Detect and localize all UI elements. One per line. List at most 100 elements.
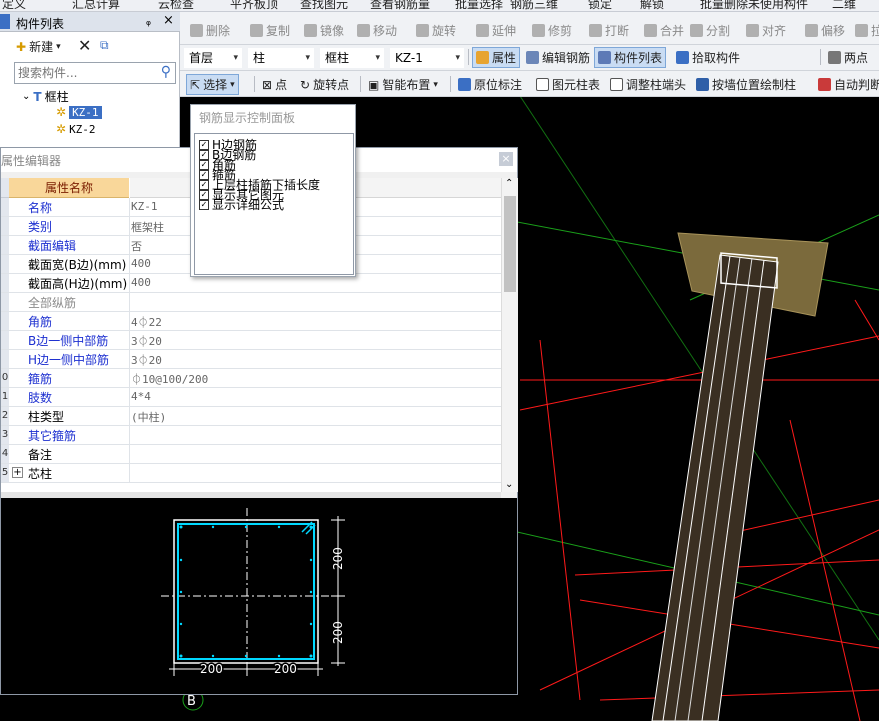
- mirror-button[interactable]: 镜像: [304, 22, 344, 39]
- rebar-option[interactable]: ✓ 显示详细公式: [199, 199, 284, 211]
- scrollbar-thumb[interactable]: [504, 196, 516, 292]
- component-list-panel: 构件列表 ᵩ × ✚新建▾ ✕ ⧉ ⚲ ⌄T框柱 ✲KZ-1 ✲KZ-2: [0, 12, 180, 147]
- delete-icon: [190, 24, 203, 37]
- main-toolbar-item[interactable]: 锁定: [588, 0, 612, 11]
- edit-rebar-button[interactable]: 编辑钢筋: [526, 49, 590, 66]
- main-toolbar-item[interactable]: 钢筋三维: [510, 0, 558, 11]
- property-row[interactable]: B边一侧中部筋 3⏀20: [1, 331, 501, 350]
- scroll-up-icon[interactable]: ⌃: [505, 178, 513, 189]
- point-icon: ⊠: [262, 77, 273, 92]
- main-toolbar-item[interactable]: 查看钢筋量: [370, 0, 430, 11]
- floor-select[interactable]: 首层 ▾: [184, 48, 242, 68]
- checkbox[interactable]: ✓: [199, 180, 209, 190]
- align-button[interactable]: 对齐: [746, 22, 786, 39]
- scroll-down-icon[interactable]: ⌄: [505, 479, 513, 490]
- property-value[interactable]: 4⏀22: [131, 314, 162, 330]
- expand-icon[interactable]: +: [12, 467, 23, 478]
- move-button[interactable]: 移动: [357, 22, 397, 39]
- tree-item-kz2[interactable]: ✲ KZ-2: [56, 122, 96, 136]
- stretch-button[interactable]: 拉伸: [855, 22, 879, 39]
- main-toolbar-item[interactable]: 解锁: [640, 0, 664, 11]
- search-icon[interactable]: ⚲: [161, 64, 171, 80]
- property-button[interactable]: 属性: [472, 47, 521, 68]
- property-row[interactable]: 角筋 4⏀22: [1, 312, 501, 331]
- stirrup-outline: [177, 523, 315, 660]
- property-row[interactable]: 5 + 芯柱: [1, 464, 501, 483]
- two-point-icon: [828, 51, 841, 64]
- list-icon: [598, 51, 611, 64]
- property-grid-scrollbar[interactable]: ⌃ ⌄: [501, 178, 518, 492]
- main-toolbar-item[interactable]: 查找图元: [300, 0, 348, 11]
- adjust-column-end-button[interactable]: 调整柱端头: [610, 76, 686, 93]
- pick-component-button[interactable]: 拾取构件: [676, 49, 740, 66]
- offset-button[interactable]: 偏移: [805, 22, 845, 39]
- component-search-box: ⚲: [14, 62, 176, 84]
- extend-button[interactable]: 延伸: [476, 22, 516, 39]
- checkbox[interactable]: ✓: [199, 190, 209, 200]
- auto-judge-icon: [818, 78, 831, 91]
- main-toolbar-item[interactable]: 批量选择: [455, 0, 503, 11]
- close-icon[interactable]: ×: [499, 152, 513, 166]
- main-toolbar-item[interactable]: 平齐板顶: [230, 0, 278, 11]
- checkbox[interactable]: ✓: [199, 200, 209, 210]
- merge-button[interactable]: 合并: [644, 22, 684, 39]
- close-icon[interactable]: ×: [163, 13, 174, 28]
- property-value[interactable]: 框架柱: [131, 219, 164, 235]
- rotate-point-button[interactable]: ↻ 旋转点: [300, 76, 349, 93]
- select-tool-button[interactable]: ⇱ 选择 ▾: [186, 74, 239, 95]
- property-row[interactable]: 全部纵筋: [1, 293, 501, 312]
- property-value[interactable]: ⏀10@100/200: [131, 371, 208, 387]
- property-row[interactable]: 0 箍筋 ⏀10@100/200: [1, 369, 501, 388]
- property-value[interactable]: 3⏀20: [131, 333, 162, 349]
- property-value[interactable]: 400: [131, 257, 151, 270]
- property-row[interactable]: H边一侧中部筋 3⏀20: [1, 350, 501, 369]
- main-toolbar-item[interactable]: 云检查: [158, 0, 194, 11]
- property-name-header[interactable]: 属性名称: [9, 178, 129, 198]
- main-toolbar-item[interactable]: 二维: [832, 0, 856, 11]
- delete-component-button[interactable]: ✕: [78, 36, 91, 55]
- draw-by-wall-button[interactable]: 按墙位置绘制柱: [696, 76, 796, 93]
- component-search-input[interactable]: [15, 63, 153, 83]
- type-select[interactable]: 柱 ▾: [248, 48, 314, 68]
- property-value[interactable]: KZ-1: [131, 200, 158, 213]
- property-value[interactable]: 400: [131, 276, 151, 289]
- component-list-button[interactable]: 构件列表: [594, 47, 667, 68]
- trim-button[interactable]: 修剪: [532, 22, 572, 39]
- point-tool-button[interactable]: ⊠ 点: [262, 76, 287, 93]
- checkbox[interactable]: ✓: [199, 160, 209, 170]
- property-value[interactable]: 3⏀20: [131, 352, 162, 368]
- property-row[interactable]: 2 柱类型 (中柱): [1, 407, 501, 426]
- property-value[interactable]: 4*4: [131, 390, 151, 403]
- copy-button[interactable]: 复制: [250, 22, 290, 39]
- smart-layout-button[interactable]: ▣ 智能布置 ▾: [368, 76, 438, 93]
- adjust-column-end-label: 调整柱端头: [626, 78, 687, 92]
- tree-item-kz1[interactable]: ✲ KZ-1: [56, 105, 102, 119]
- component-select[interactable]: KZ-1 ▾: [390, 48, 464, 68]
- two-point-button[interactable]: 两点: [828, 49, 868, 66]
- rotate-button[interactable]: 旋转: [416, 22, 456, 39]
- checkbox[interactable]: ✓: [199, 140, 209, 150]
- delete-button[interactable]: 删除: [190, 22, 230, 39]
- edit-toolbar-label: 拉伸: [871, 24, 879, 38]
- tree-group-kuangzhu[interactable]: ⌄ T 框柱: [22, 88, 69, 105]
- property-name: 角筋: [28, 315, 53, 329]
- in-place-annotation-button[interactable]: 原位标注: [458, 76, 522, 93]
- break-button[interactable]: 打断: [589, 22, 629, 39]
- new-component-button[interactable]: ✚ 新建 ▾: [16, 38, 61, 55]
- property-value[interactable]: 否: [131, 238, 142, 254]
- property-row[interactable]: 4 备注: [1, 445, 501, 464]
- checkbox[interactable]: ✓: [199, 150, 209, 160]
- split-button[interactable]: 分割: [690, 22, 730, 39]
- property-row[interactable]: 1 肢数 4*4: [1, 388, 501, 407]
- subtype-select[interactable]: 框柱 ▾: [320, 48, 384, 68]
- pin-icon[interactable]: ᵩ: [146, 14, 151, 28]
- main-toolbar-item[interactable]: 批量删除未使用构件: [700, 0, 808, 11]
- checkbox[interactable]: ✓: [199, 170, 209, 180]
- auto-judge-button[interactable]: 自动判断: [818, 76, 879, 93]
- main-toolbar-item[interactable]: 定义: [2, 0, 26, 11]
- copy-component-button[interactable]: ⧉: [100, 38, 109, 53]
- main-toolbar-item[interactable]: 汇总计算: [72, 0, 120, 11]
- column-table-button[interactable]: 图元柱表: [536, 76, 600, 93]
- property-row[interactable]: 3 其它箍筋: [1, 426, 501, 445]
- property-value[interactable]: (中柱): [131, 409, 166, 425]
